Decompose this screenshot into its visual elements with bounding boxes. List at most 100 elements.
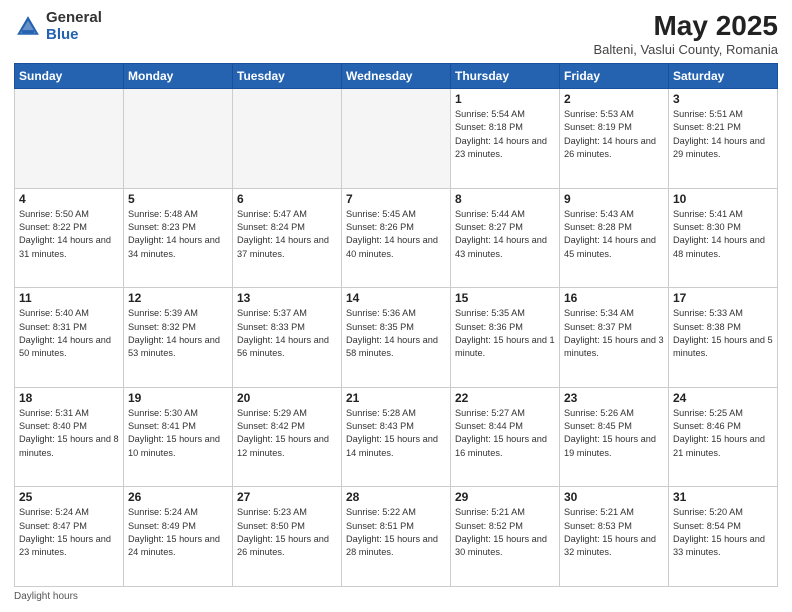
day-number: 22 [455, 391, 555, 405]
day-info: Sunrise: 5:30 AM Sunset: 8:41 PM Dayligh… [128, 407, 228, 460]
calendar-cell: 18Sunrise: 5:31 AM Sunset: 8:40 PM Dayli… [15, 387, 124, 487]
day-number: 2 [564, 92, 664, 106]
day-number: 21 [346, 391, 446, 405]
header-row: SundayMondayTuesdayWednesdayThursdayFrid… [15, 64, 778, 89]
day-info: Sunrise: 5:21 AM Sunset: 8:53 PM Dayligh… [564, 506, 664, 559]
col-header-wednesday: Wednesday [342, 64, 451, 89]
calendar-cell: 7 Sunrise: 5:45 AM Sunset: 8:26 PM Daylig… [342, 188, 451, 288]
logo-blue: Blue [46, 27, 102, 44]
calendar-cell: 9 Sunrise: 5:43 AM Sunset: 8:28 PM Daylig… [560, 188, 669, 288]
day-number: 23 [564, 391, 664, 405]
day-info: Sunrise: 5:39 AM Sunset: 8:32 PM Dayligh… [128, 307, 228, 360]
day-number: 4 [19, 192, 119, 206]
day-info: Sunrise: 5:47 AM Sunset: 8:24 PM Dayligh… [237, 208, 337, 261]
day-number: 11 [19, 291, 119, 305]
day-number: 27 [237, 490, 337, 504]
header: General Blue May 2025 Balteni, Vaslui Co… [14, 10, 778, 57]
calendar-cell: 3Sunrise: 5:51 AM Sunset: 8:21 PM Daylig… [669, 89, 778, 189]
day-number: 5 [128, 192, 228, 206]
day-number: 7 [346, 192, 446, 206]
calendar-header: SundayMondayTuesdayWednesdayThursdayFrid… [15, 64, 778, 89]
calendar-cell: 15Sunrise: 5:35 AM Sunset: 8:36 PM Dayli… [451, 288, 560, 388]
week-row-4: 18Sunrise: 5:31 AM Sunset: 8:40 PM Dayli… [15, 387, 778, 487]
day-info: Sunrise: 5:50 AM Sunset: 8:22 PM Dayligh… [19, 208, 119, 261]
day-number: 3 [673, 92, 773, 106]
day-number: 9 [564, 192, 664, 206]
calendar-cell [233, 89, 342, 189]
calendar-cell: 28 Sunrise: 5:22 AM Sunset: 8:51 PM Dayli… [342, 487, 451, 587]
calendar-cell: 13Sunrise: 5:37 AM Sunset: 8:33 PM Dayli… [233, 288, 342, 388]
col-header-sunday: Sunday [15, 64, 124, 89]
calendar-cell: 12 Sunrise: 5:39 AM Sunset: 8:32 PM Dayli… [124, 288, 233, 388]
calendar-cell: 20 Sunrise: 5:29 AM Sunset: 8:42 PM Dayli… [233, 387, 342, 487]
day-number: 20 [237, 391, 337, 405]
col-header-friday: Friday [560, 64, 669, 89]
day-number: 31 [673, 490, 773, 504]
day-info: Sunrise: 5:24 AM Sunset: 8:49 PM Dayligh… [128, 506, 228, 559]
calendar-cell: 24 Sunrise: 5:25 AM Sunset: 8:46 PM Dayli… [669, 387, 778, 487]
day-number: 30 [564, 490, 664, 504]
day-number: 17 [673, 291, 773, 305]
calendar-cell: 27 Sunrise: 5:23 AM Sunset: 8:50 PM Dayli… [233, 487, 342, 587]
week-row-5: 25Sunrise: 5:24 AM Sunset: 8:47 PM Dayli… [15, 487, 778, 587]
day-number: 1 [455, 92, 555, 106]
day-info: Sunrise: 5:26 AM Sunset: 8:45 PM Dayligh… [564, 407, 664, 460]
day-info: Sunrise: 5:35 AM Sunset: 8:36 PM Dayligh… [455, 307, 555, 360]
calendar-body: 1 Sunrise: 5:54 AM Sunset: 8:18 PM Daylig… [15, 89, 778, 587]
day-number: 19 [128, 391, 228, 405]
day-number: 28 [346, 490, 446, 504]
calendar-cell: 5 Sunrise: 5:48 AM Sunset: 8:23 PM Daylig… [124, 188, 233, 288]
day-number: 25 [19, 490, 119, 504]
page: General Blue May 2025 Balteni, Vaslui Co… [0, 0, 792, 612]
day-info: Sunrise: 5:29 AM Sunset: 8:42 PM Dayligh… [237, 407, 337, 460]
calendar-cell: 22Sunrise: 5:27 AM Sunset: 8:44 PM Dayli… [451, 387, 560, 487]
calendar-cell: 16Sunrise: 5:34 AM Sunset: 8:37 PM Dayli… [560, 288, 669, 388]
calendar-cell: 10Sunrise: 5:41 AM Sunset: 8:30 PM Dayli… [669, 188, 778, 288]
day-number: 6 [237, 192, 337, 206]
calendar-cell: 4 Sunrise: 5:50 AM Sunset: 8:22 PM Daylig… [15, 188, 124, 288]
col-header-thursday: Thursday [451, 64, 560, 89]
footer-note: Daylight hours [14, 591, 778, 602]
logo: General Blue [14, 10, 102, 43]
calendar-cell: 26 Sunrise: 5:24 AM Sunset: 8:49 PM Dayli… [124, 487, 233, 587]
day-info: Sunrise: 5:25 AM Sunset: 8:46 PM Dayligh… [673, 407, 773, 460]
day-info: Sunrise: 5:23 AM Sunset: 8:50 PM Dayligh… [237, 506, 337, 559]
calendar-cell [342, 89, 451, 189]
calendar-cell: 25Sunrise: 5:24 AM Sunset: 8:47 PM Dayli… [15, 487, 124, 587]
day-number: 26 [128, 490, 228, 504]
title-block: May 2025 Balteni, Vaslui County, Romania [593, 10, 778, 57]
day-info: Sunrise: 5:33 AM Sunset: 8:38 PM Dayligh… [673, 307, 773, 360]
week-row-2: 4 Sunrise: 5:50 AM Sunset: 8:22 PM Daylig… [15, 188, 778, 288]
logo-general: General [46, 10, 102, 27]
day-info: Sunrise: 5:48 AM Sunset: 8:23 PM Dayligh… [128, 208, 228, 261]
day-info: Sunrise: 5:22 AM Sunset: 8:51 PM Dayligh… [346, 506, 446, 559]
day-info: Sunrise: 5:34 AM Sunset: 8:37 PM Dayligh… [564, 307, 664, 360]
day-number: 13 [237, 291, 337, 305]
calendar-cell: 2Sunrise: 5:53 AM Sunset: 8:19 PM Daylig… [560, 89, 669, 189]
calendar-cell [124, 89, 233, 189]
week-row-1: 1 Sunrise: 5:54 AM Sunset: 8:18 PM Daylig… [15, 89, 778, 189]
calendar-cell: 11Sunrise: 5:40 AM Sunset: 8:31 PM Dayli… [15, 288, 124, 388]
subtitle: Balteni, Vaslui County, Romania [593, 42, 778, 57]
calendar-cell: 29Sunrise: 5:21 AM Sunset: 8:52 PM Dayli… [451, 487, 560, 587]
day-info: Sunrise: 5:45 AM Sunset: 8:26 PM Dayligh… [346, 208, 446, 261]
calendar-cell: 1 Sunrise: 5:54 AM Sunset: 8:18 PM Daylig… [451, 89, 560, 189]
day-info: Sunrise: 5:54 AM Sunset: 8:18 PM Dayligh… [455, 108, 555, 161]
day-number: 18 [19, 391, 119, 405]
day-number: 24 [673, 391, 773, 405]
calendar-cell: 23 Sunrise: 5:26 AM Sunset: 8:45 PM Dayli… [560, 387, 669, 487]
col-header-monday: Monday [124, 64, 233, 89]
day-number: 14 [346, 291, 446, 305]
day-number: 8 [455, 192, 555, 206]
day-number: 29 [455, 490, 555, 504]
day-info: Sunrise: 5:41 AM Sunset: 8:30 PM Dayligh… [673, 208, 773, 261]
calendar-cell: 8 Sunrise: 5:44 AM Sunset: 8:27 PM Daylig… [451, 188, 560, 288]
calendar-cell: 14Sunrise: 5:36 AM Sunset: 8:35 PM Dayli… [342, 288, 451, 388]
day-info: Sunrise: 5:28 AM Sunset: 8:43 PM Dayligh… [346, 407, 446, 460]
day-number: 12 [128, 291, 228, 305]
calendar-cell: 21 Sunrise: 5:28 AM Sunset: 8:43 PM Dayli… [342, 387, 451, 487]
day-info: Sunrise: 5:43 AM Sunset: 8:28 PM Dayligh… [564, 208, 664, 261]
logo-text: General Blue [46, 10, 102, 43]
calendar-cell [15, 89, 124, 189]
day-info: Sunrise: 5:44 AM Sunset: 8:27 PM Dayligh… [455, 208, 555, 261]
